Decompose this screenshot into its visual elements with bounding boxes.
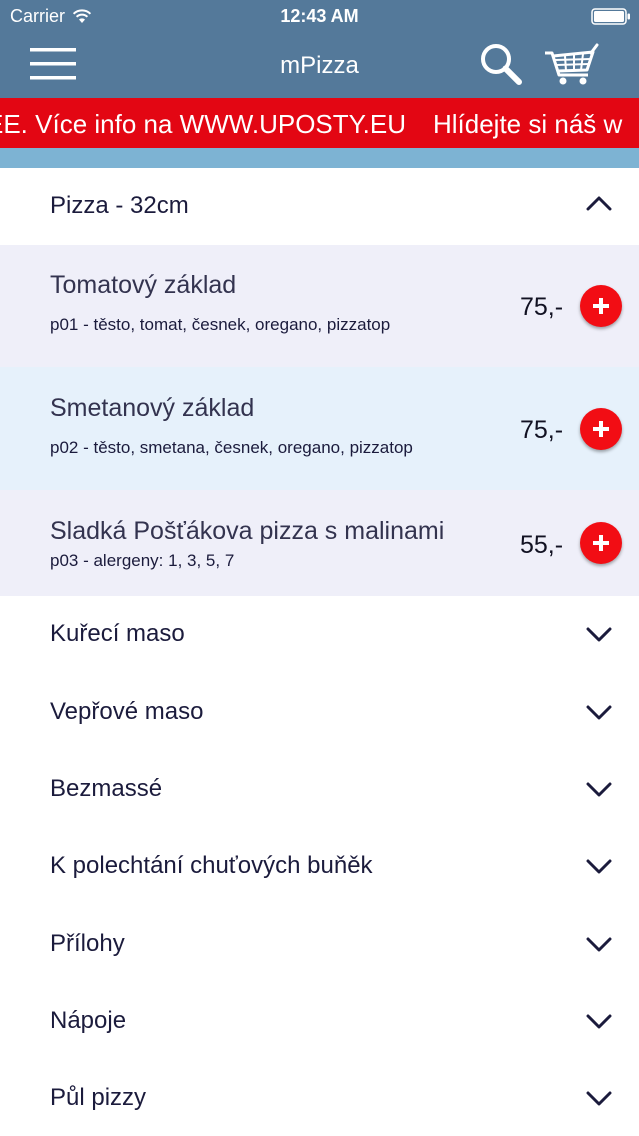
news-ticker[interactable]: EE. Více info na WWW.UPOSTY.EU Hlídejte … bbox=[0, 98, 639, 148]
header-divider-strip bbox=[0, 148, 639, 168]
category-title: K polechtání chuťových buňěk bbox=[50, 852, 373, 879]
chevron-down-icon bbox=[586, 1091, 612, 1106]
item-name: Smetanový základ bbox=[50, 394, 255, 422]
shopping-cart-icon bbox=[545, 43, 599, 85]
ticker-message-2: Hlídejte si náš w bbox=[432, 109, 623, 139]
chevron-down-icon bbox=[586, 782, 612, 797]
item-name: Sladká Pošťákova pizza s malinami bbox=[50, 517, 445, 545]
category-header-pork[interactable]: Vepřové maso bbox=[0, 673, 639, 750]
ticker-text: EE. Více info na WWW.UPOSTY.EU Hlídejte … bbox=[0, 109, 622, 140]
item-description: p02 - těsto, smetana, česnek, oregano, p… bbox=[50, 438, 413, 457]
item-price: 75,- bbox=[520, 416, 564, 444]
category-header-half-pizza[interactable]: Půl pizzy bbox=[0, 1058, 639, 1136]
category-header-drinks[interactable]: Nápoje bbox=[0, 981, 639, 1058]
status-time: 12:43 AM bbox=[280, 6, 359, 26]
category-title: Vepřové maso bbox=[50, 698, 204, 725]
chevron-down-icon bbox=[586, 859, 612, 874]
plus-icon bbox=[593, 298, 609, 314]
category-header-chicken[interactable]: Kuřecí maso bbox=[0, 596, 639, 673]
category-title: Přílohy bbox=[50, 930, 125, 957]
menu-item-row[interactable]: Smetanový základ p02 - těsto, smetana, č… bbox=[0, 367, 639, 490]
item-name: Tomatový základ bbox=[50, 271, 237, 299]
ticker-message-1: EE. Více info na WWW.UPOSTY.EU bbox=[0, 109, 406, 139]
navigation-bar: mPizza bbox=[0, 32, 639, 98]
add-to-cart-button[interactable] bbox=[580, 522, 622, 564]
menu-item-row[interactable]: Tomatový základ p01 - těsto, tomat, česn… bbox=[0, 245, 639, 367]
chevron-down-icon bbox=[586, 627, 612, 642]
category-title: Bezmassé bbox=[50, 775, 163, 802]
menu-item-row[interactable]: Sladká Pošťákova pizza s malinami p03 - … bbox=[0, 490, 639, 596]
search-button[interactable] bbox=[478, 42, 524, 88]
cart-button[interactable] bbox=[543, 42, 599, 88]
category-header-taste-buds[interactable]: K polechtání chuťových buňěk bbox=[0, 827, 639, 904]
category-header-meatless[interactable]: Bezmassé bbox=[0, 750, 639, 827]
category-title: Nápoje bbox=[50, 1007, 127, 1034]
item-price: 55,- bbox=[520, 531, 564, 559]
category-title: Kuřecí maso bbox=[50, 620, 185, 647]
category-title: Pizza - 32cm bbox=[50, 192, 189, 219]
item-price: 75,- bbox=[520, 293, 564, 321]
chevron-up-icon bbox=[586, 196, 612, 211]
add-to-cart-button[interactable] bbox=[580, 285, 622, 327]
status-bar: Carrier 12:43 AM bbox=[0, 0, 639, 32]
item-description: p01 - těsto, tomat, česnek, oregano, piz… bbox=[50, 315, 391, 334]
chevron-down-icon bbox=[586, 705, 612, 720]
category-header-sides[interactable]: Přílohy bbox=[0, 904, 639, 981]
search-icon bbox=[481, 44, 522, 85]
chevron-down-icon bbox=[586, 937, 612, 952]
category-title: Půl pizzy bbox=[50, 1084, 147, 1111]
plus-icon bbox=[593, 535, 609, 551]
item-description: p03 - alergeny: 1, 3, 5, 7 bbox=[50, 551, 235, 570]
chevron-down-icon bbox=[586, 1014, 612, 1029]
add-to-cart-button[interactable] bbox=[580, 408, 622, 450]
battery-icon bbox=[591, 8, 630, 25]
category-header-pizza[interactable]: Pizza - 32cm bbox=[0, 168, 639, 245]
plus-icon bbox=[593, 421, 609, 437]
